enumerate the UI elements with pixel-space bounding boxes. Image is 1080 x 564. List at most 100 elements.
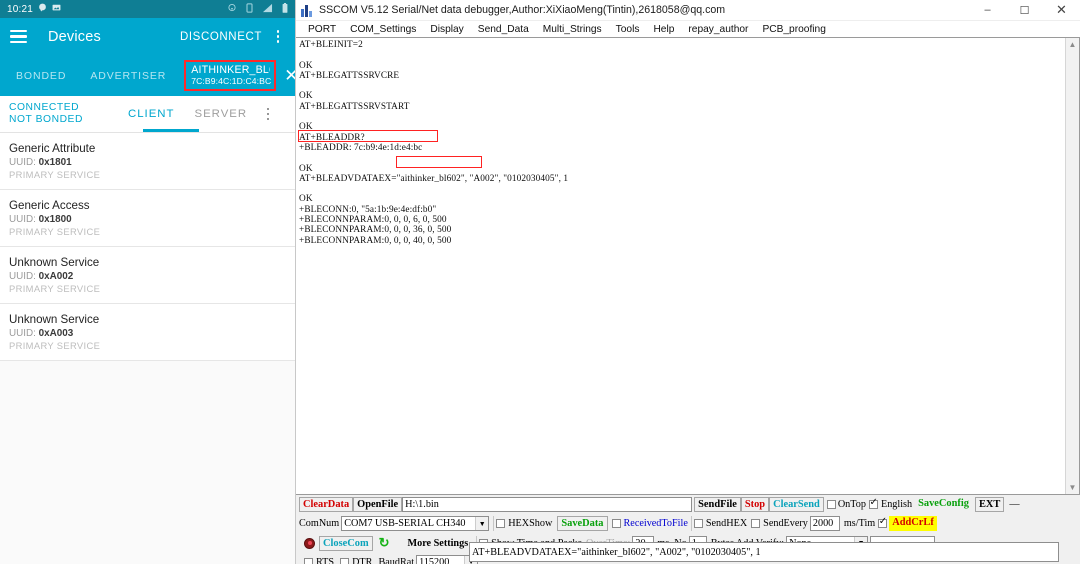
image-icon — [52, 3, 61, 15]
baudrate-value: 115200 — [419, 556, 450, 564]
empty-list-area — [0, 361, 295, 564]
service-uuid: UUID: 0xA002 — [9, 271, 285, 282]
service-uuid-label: UUID: — [9, 214, 39, 225]
terminal-output[interactable]: AT+BLEINIT=2 OK AT+BLEGATTSSRVCRE OK AT+… — [296, 38, 1065, 494]
menu-item-port[interactable]: PORT — [301, 24, 343, 35]
send-file-button[interactable]: SendFile — [694, 497, 741, 512]
service-uuid: UUID: 0x1801 — [9, 157, 285, 168]
save-config-button[interactable]: SaveConfig — [915, 497, 972, 512]
menu-item-tools[interactable]: Tools — [609, 24, 647, 35]
service-name: Unknown Service — [9, 256, 100, 269]
comnum-label: ComNum — [299, 518, 340, 529]
rts-checkbox[interactable] — [304, 557, 313, 564]
stop-button[interactable]: Stop — [740, 497, 770, 512]
menu-item-multi-strings[interactable]: Multi_Strings — [536, 24, 609, 35]
minimize-button[interactable]: – — [969, 0, 1006, 21]
connection-state: CONNECTED — [9, 101, 80, 113]
comnum-select[interactable]: COM7 USB-SERIAL CH340 ▼ — [341, 516, 490, 531]
received-to-file-checkbox[interactable] — [611, 519, 621, 528]
terminal-area: AT+BLEINIT=2 OK AT+BLEGATTSSRVCRE OK AT+… — [296, 37, 1080, 495]
addcrlf-checkbox[interactable] — [878, 516, 888, 528]
kebab-icon[interactable] — [271, 29, 285, 45]
menu-item-repay-author[interactable]: repay_author — [681, 24, 755, 35]
maximize-button[interactable]: ☐ — [1006, 0, 1043, 21]
service-uuid-value: 0x1800 — [38, 214, 72, 225]
panel-minimize-button[interactable]: — — [1009, 499, 1019, 510]
close-com-button[interactable]: CloseCom — [319, 535, 373, 551]
hamburger-icon[interactable] — [10, 30, 27, 43]
disconnect-button[interactable]: DISCONNECT — [180, 31, 262, 43]
english-checkbox[interactable] — [868, 497, 878, 509]
tab-indicator — [143, 129, 199, 132]
send-interval-input[interactable]: 2000 — [809, 516, 840, 531]
list-item[interactable]: Unknown Service UUID: 0xA003 PRIMARY SER… — [0, 304, 295, 361]
service-uuid-label: UUID: — [9, 157, 39, 168]
window-controls: – ☐ ✕ — [969, 0, 1080, 21]
tab-server[interactable]: SERVER — [194, 108, 247, 120]
device-chip[interactable]: AITHINKER_BL602 7C:B9:4C:1D:C4:BC — [184, 60, 277, 91]
list-item[interactable]: Generic Access UUID: 0x1800 PRIMARY SERV… — [0, 190, 295, 247]
addcrlf-label[interactable]: AddCrLf — [889, 516, 937, 531]
vertical-scrollbar[interactable]: ▲ ▼ — [1065, 38, 1079, 494]
file-path-input[interactable]: H:\1.bin — [402, 497, 693, 512]
service-uuid-value: 0xA003 — [38, 328, 74, 339]
tab-bonded[interactable]: BONDED — [4, 70, 78, 82]
service-type: PRIMARY SERVICE — [9, 169, 101, 180]
status-badge: CONNECTED NOT BONDED — [9, 102, 83, 126]
sendhex-checkbox[interactable] — [693, 519, 703, 528]
tab-advertiser[interactable]: ADVERTISER — [78, 70, 178, 82]
android-pane: 10:21 Devices DISCONNECT BONDED ADVERTIS… — [0, 0, 295, 564]
connection-status-row: CONNECTED NOT BONDED CLIENT SERVER — [0, 96, 295, 133]
service-type: PRIMARY SERVICE — [9, 226, 101, 237]
close-button[interactable]: ✕ — [1043, 0, 1080, 21]
tab-client[interactable]: CLIENT — [128, 108, 175, 120]
menu-item-send-data[interactable]: Send_Data — [471, 24, 536, 35]
menu-item-display[interactable]: Display — [423, 24, 470, 35]
service-type: PRIMARY SERVICE — [9, 340, 101, 351]
exit-button[interactable]: EXT — [974, 497, 1005, 512]
app-logo-icon — [301, 4, 314, 17]
menu-item-help[interactable]: Help — [646, 24, 681, 35]
comnum-value: COM7 USB-SERIAL CH340 — [344, 518, 466, 529]
toolbar-row-2: ComNum COM7 USB-SERIAL CH340 ▼ HEXShow S… — [296, 515, 1080, 532]
service-name: Generic Access — [9, 199, 90, 212]
hexshow-checkbox[interactable] — [496, 519, 506, 528]
save-data-button[interactable]: SaveData — [557, 516, 608, 531]
chevron-down-icon[interactable]: ▼ — [475, 517, 489, 530]
window-title-bar: SSCOM V5.12 Serial/Net data debugger,Aut… — [296, 0, 1080, 21]
list-item[interactable]: Generic Attribute UUID: 0x1801 PRIMARY S… — [0, 133, 295, 190]
clear-data-button[interactable]: ClearData — [299, 497, 354, 512]
divider — [690, 516, 692, 531]
menu-item-com-settings[interactable]: COM_Settings — [343, 24, 423, 35]
service-list: Generic Attribute UUID: 0x1801 PRIMARY S… — [0, 133, 295, 361]
window-title: SSCOM V5.12 Serial/Net data debugger,Aut… — [319, 4, 726, 16]
list-item[interactable]: Unknown Service UUID: 0xA002 PRIMARY SER… — [0, 247, 295, 304]
toolbar-row-1: ClearData OpenFile H:\1.bin SendFile Sto… — [296, 496, 1080, 513]
scroll-down-icon[interactable]: ▼ — [1069, 483, 1077, 492]
scroll-up-icon[interactable]: ▲ — [1069, 40, 1077, 49]
android-tab-bar: BONDED ADVERTISER AITHINKER_BL602 7C:B9:… — [0, 55, 295, 96]
signal-icon — [262, 3, 273, 16]
service-type: PRIMARY SERVICE — [9, 283, 101, 294]
device-chip-name: AITHINKER_BL602 — [191, 64, 270, 76]
send-command-input[interactable]: AT+BLEADVDATAEX="aithinker_bl602", "A002… — [469, 542, 1059, 562]
sendevery-checkbox[interactable] — [751, 519, 761, 528]
refresh-icon[interactable]: ↻ — [379, 535, 390, 551]
wifi-icon — [227, 3, 237, 15]
service-name: Unknown Service — [9, 313, 100, 326]
kebab-icon-secondary[interactable] — [261, 106, 275, 122]
service-uuid-label: UUID: — [9, 271, 39, 282]
battery-icon — [282, 2, 288, 16]
sendevery-label: SendEvery — [763, 518, 808, 529]
close-icon[interactable]: ✕ — [284, 67, 295, 84]
com-status-indicator — [304, 537, 315, 549]
sscom-window: SSCOM V5.12 Serial/Net data debugger,Aut… — [295, 0, 1080, 564]
terminal-text: AT+BLEINIT=2 OK AT+BLEGATTSSRVCRE OK AT+… — [299, 40, 569, 246]
more-settings-button[interactable]: More Settings — [408, 538, 469, 549]
hexshow-label: HEXShow — [508, 518, 553, 529]
clear-send-button[interactable]: ClearSend — [769, 497, 824, 512]
dtr-checkbox[interactable] — [340, 557, 350, 564]
menu-item-pcb-proofing[interactable]: PCB_proofing — [755, 24, 832, 35]
open-file-button[interactable]: OpenFile — [353, 497, 403, 512]
ontop-checkbox[interactable] — [826, 500, 836, 509]
